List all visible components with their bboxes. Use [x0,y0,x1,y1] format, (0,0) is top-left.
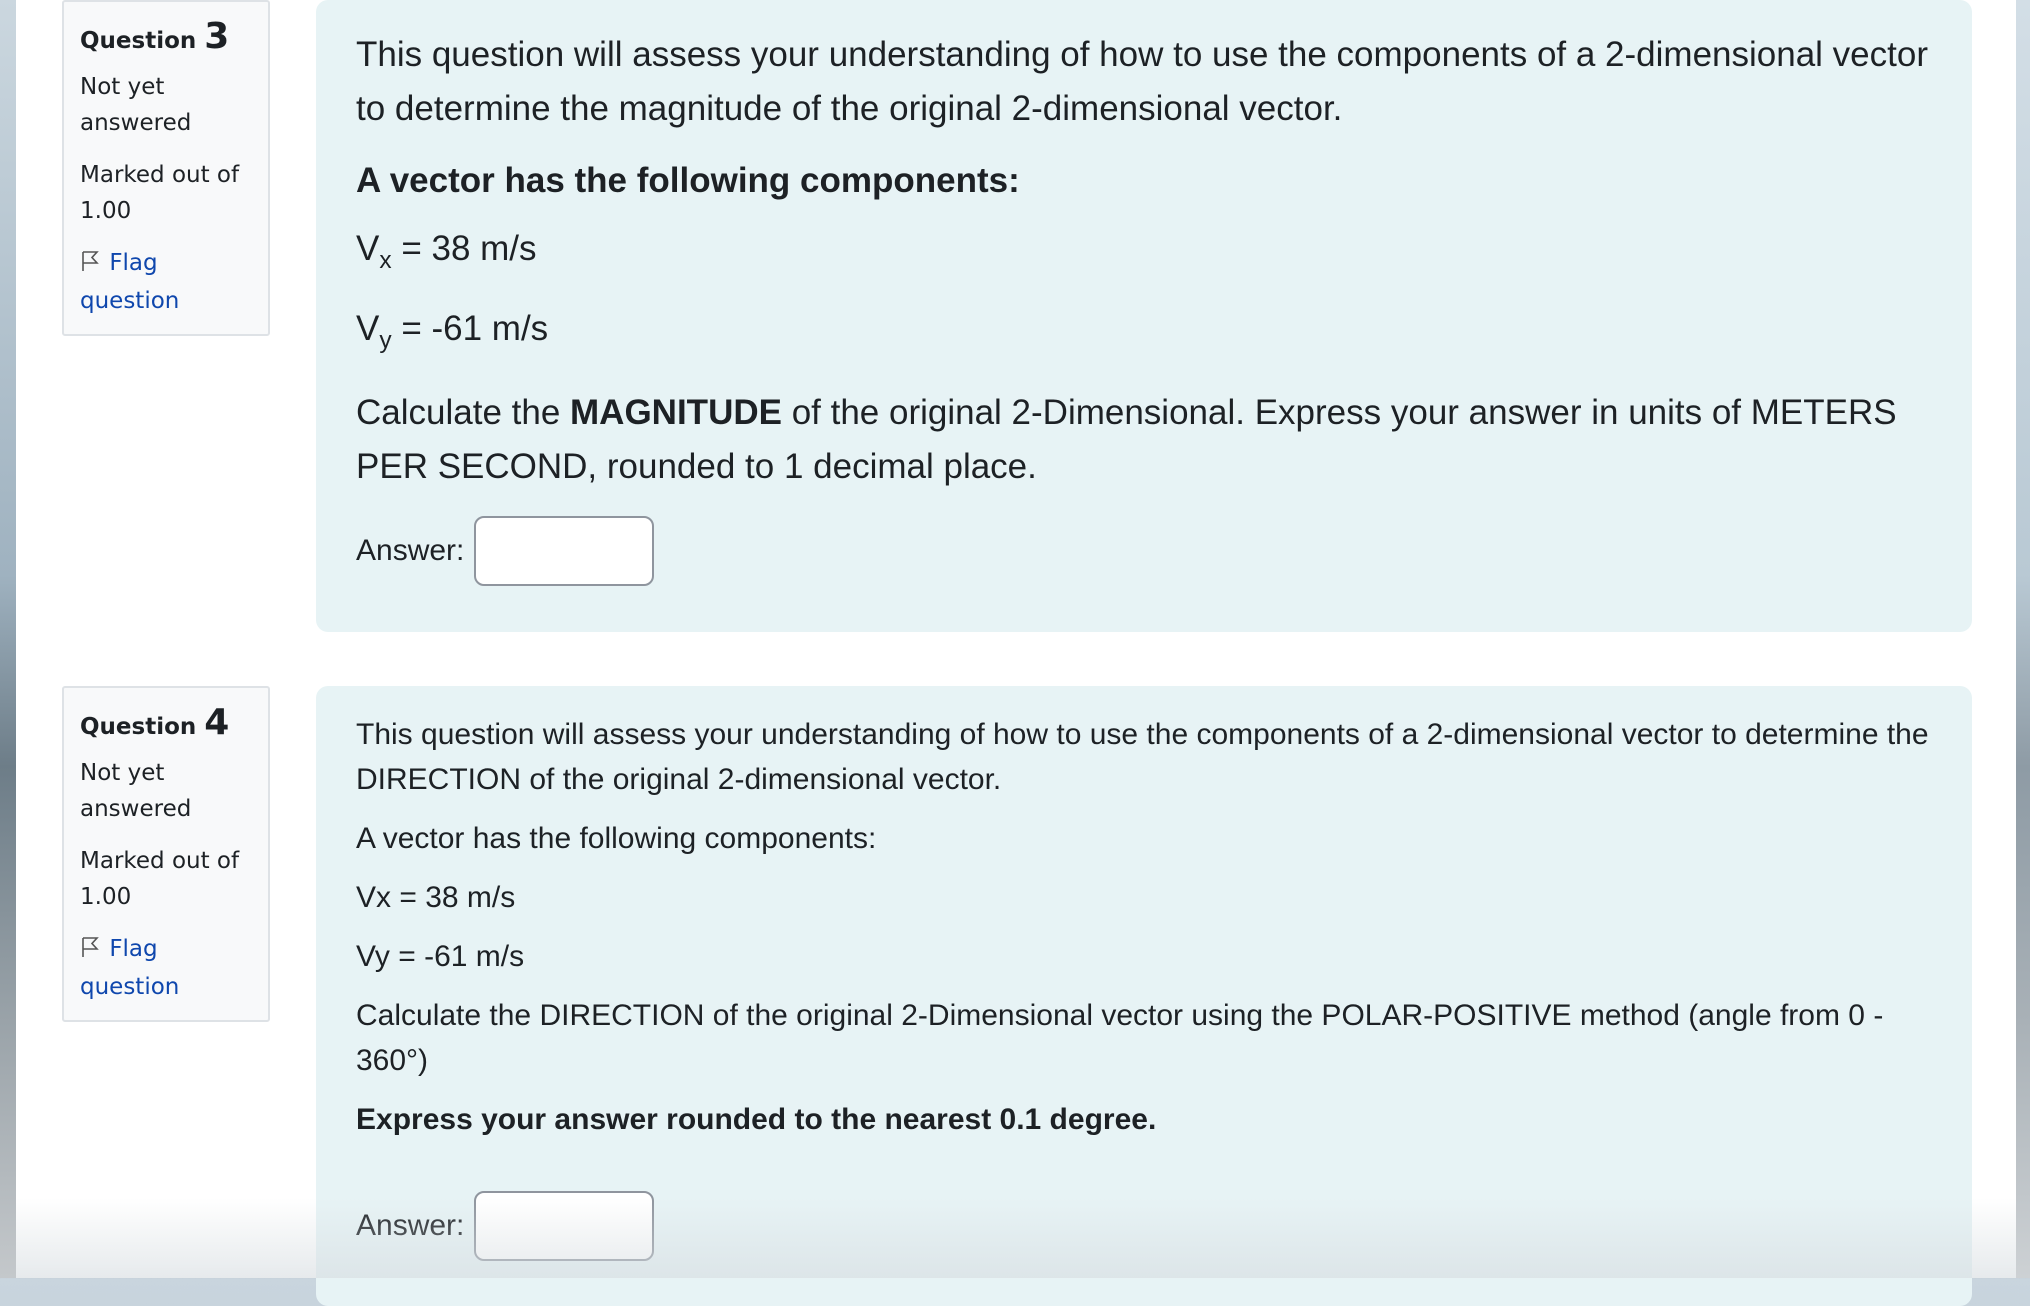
components-heading: A vector has the following components: [356,822,877,855]
question-info-4: Question 4 Not yet answered Marked out o… [62,686,270,1022]
answer-label: Answer: [356,1209,465,1242]
vy-component: Vy = -61 m/s [356,306,1932,364]
components-heading: A vector has the following components: [356,161,1020,200]
question-number-value: 3 [204,16,230,57]
vx-subscript: x [379,247,392,274]
question-intro: This question will assess your understan… [356,718,1929,796]
answer-row: Answer: [356,1191,655,1261]
flag-question-link[interactable]: Flag question [80,931,252,1005]
vx-component: Vx = 38 m/s [356,226,1932,284]
vx-symbol: V [356,229,380,268]
answer-input-4[interactable] [474,1191,655,1261]
question-intro: This question will assess your understan… [356,35,1928,128]
question-number-value: 4 [204,702,230,743]
vx-component: Vx = 38 m/s [356,881,516,914]
answer-row: Answer: [356,516,655,586]
question-state: Not yet answered [80,760,192,822]
question-content-3: This question will assess your understan… [316,0,1972,632]
flag-icon [80,933,102,969]
vy-value: = -61 m/s [391,309,549,348]
flag-question-link[interactable]: Flag question [80,245,252,319]
question-task: Calculate the DIRECTION of the original … [356,999,1884,1077]
question-number-3: Question 3 [80,16,252,57]
question-info-3: Question 3 Not yet answered Marked out o… [62,0,270,336]
vx-value: = 38 m/s [391,229,537,268]
answer-label: Answer: [356,534,465,567]
vy-symbol: V [356,309,380,348]
vy-component: Vy = -61 m/s [356,940,525,973]
question-label: Question [80,28,197,54]
vy-subscript: y [379,327,392,354]
flag-icon [80,247,102,283]
question-grade: Marked out of 1.00 [80,848,240,910]
background-left-edge [0,0,16,1278]
question-grade: Marked out of 1.00 [80,162,240,224]
question-content-4: This question will assess your understan… [316,686,1972,1306]
background-right-edge [2016,0,2030,1278]
question-task: Calculate the MAGNITUDE of the original … [356,386,1932,494]
answer-input-3[interactable] [474,516,655,586]
question-instruction: Express your answer rounded to the neare… [356,1103,1157,1136]
question-state: Not yet answered [80,74,192,136]
task-text-bold: MAGNITUDE [570,393,782,432]
quiz-page: Question 3 Not yet answered Marked out o… [16,0,2016,1306]
question-number-4: Question 4 [80,702,252,743]
question-label: Question [80,714,197,740]
task-text-pre: Calculate the [356,393,571,432]
